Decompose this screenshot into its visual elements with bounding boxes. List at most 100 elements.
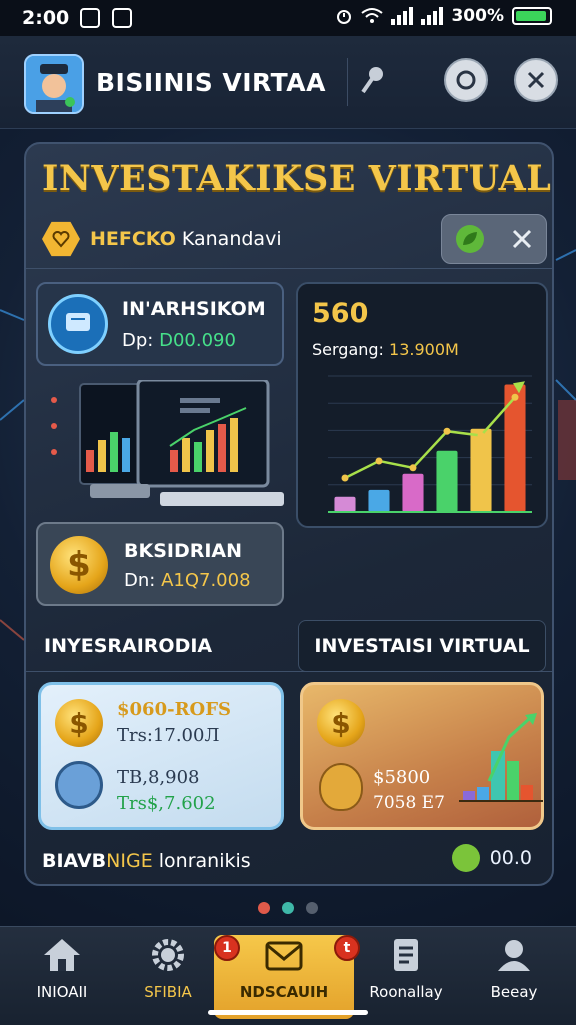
chart-label-value: 13.900M	[389, 340, 459, 359]
battery-text: 300%	[451, 6, 504, 26]
shield-icon	[319, 763, 363, 811]
returns-line-2: 7058 E7	[373, 793, 445, 813]
portfolio-line-1: $060-ROFS	[117, 699, 231, 720]
nav-profile[interactable]: Beeay	[464, 935, 564, 1019]
nav-home-label: INIOAII	[36, 983, 88, 1001]
chart-label-text: Sergang:	[312, 340, 384, 359]
alarm-icon	[337, 10, 352, 24]
growth-chart	[328, 375, 532, 513]
balance-value: D00.090	[159, 330, 236, 351]
chart-point-2	[375, 457, 383, 465]
card-title: INVESTAKIKSE VIRTUAL	[42, 158, 552, 199]
notification-icon	[80, 8, 100, 28]
chart-point-6	[511, 393, 519, 401]
footer-value: 00.0	[489, 847, 532, 869]
nav-settings[interactable]: SFIBIA	[118, 935, 218, 1019]
portfolio-panel[interactable]: $ $060-ROFS Trs:17.00Л TB,8,908 Trs$,7.6…	[38, 682, 284, 830]
nav-documents[interactable]: Roonallay	[356, 935, 456, 1019]
leaf-icon	[456, 225, 484, 253]
status-bar: 2:00 300%	[0, 0, 576, 36]
profit-title: BKSIDRIAN	[124, 540, 243, 562]
investment-card: INVESTAKIKSE VIRTUAL HEFCKO Kanandavi IN…	[24, 142, 554, 886]
computer-illustration	[51, 380, 284, 506]
page-dot-2[interactable]	[282, 902, 294, 914]
footer-bold: BIAVB	[42, 850, 107, 872]
chart-bar-1	[334, 496, 356, 512]
mail-icon	[265, 941, 303, 971]
gear-coin-icon: $	[317, 699, 365, 747]
status-right: 300%	[335, 6, 552, 26]
dollar-coin-icon: $	[50, 536, 108, 594]
chart-label: Sergang: 13.900M	[312, 340, 459, 359]
subtitle-bold: HEFCKO	[90, 228, 176, 250]
tab-investaisi-virtual[interactable]: INVESTAISI VIRTUAL	[298, 620, 546, 672]
wallet-icon	[48, 294, 108, 354]
tab-inyesrairodia[interactable]: INYESRAIRODIA	[36, 620, 294, 672]
returns-panel[interactable]: $ $5800 7058 E7	[300, 682, 544, 830]
home-icon	[44, 939, 80, 971]
footer-accent: NIGE	[106, 850, 153, 872]
card-subtitle: HEFCKO Kanandavi	[90, 228, 282, 250]
card-subtitle-row: HEFCKO Kanandavi	[42, 220, 282, 258]
avatar-face-icon	[26, 56, 82, 112]
portfolio-line-3: TB,8,908	[117, 767, 200, 788]
returns-line-1: $5800	[373, 767, 431, 788]
profit-line: Dn: A1Q7.008	[124, 570, 251, 591]
profit-card[interactable]: $ BKSIDRIAN Dn: A1Q7.008	[36, 522, 284, 606]
avatar[interactable]	[24, 54, 84, 114]
close-button[interactable]	[514, 58, 558, 102]
dismiss-icon[interactable]	[510, 227, 534, 251]
app-title: BISIINIS VIRTAA	[96, 68, 326, 97]
subtitle-rest: Kanandavi	[181, 228, 282, 250]
chart-point-4	[443, 427, 451, 435]
chart-point-5	[477, 432, 485, 439]
chart-bar-2	[368, 489, 390, 512]
balance-line: Dp: D00.090	[122, 330, 236, 351]
nav-settings-label: SFIBIA	[144, 983, 192, 1001]
wifi-icon	[361, 8, 384, 23]
key-button[interactable]	[358, 62, 388, 98]
app-notification-icon	[112, 8, 132, 28]
o-button[interactable]	[444, 58, 488, 102]
document-icon	[394, 939, 418, 971]
chart-bar-5	[470, 428, 492, 512]
balance-card[interactable]: IN'ARHSIKOM Dp: D00.090	[36, 282, 284, 366]
signal-icon-2	[421, 7, 444, 25]
profit-prefix: Dn:	[124, 570, 156, 591]
nav-profile-label: Beeay	[490, 983, 538, 1001]
action-toggle[interactable]	[441, 214, 547, 264]
chart-bar-6	[504, 384, 526, 512]
footer-rest: lonranikis	[158, 850, 251, 872]
mini-bar-chart-icon	[459, 713, 543, 802]
home-indicator[interactable]	[208, 1010, 368, 1015]
heart-badge-icon	[42, 221, 80, 257]
balance-prefix: Dp:	[122, 330, 154, 351]
signal-icon	[391, 7, 414, 25]
chart-point-3	[409, 464, 417, 472]
profit-value: A1Q7.008	[161, 570, 251, 591]
nav-home[interactable]: INIOAII	[12, 935, 112, 1019]
close-icon	[527, 71, 545, 89]
key-icon	[361, 67, 383, 94]
chart-big-value: 560	[312, 298, 369, 329]
card-divider	[26, 268, 552, 269]
nav-documents-label: Roonallay	[369, 983, 443, 1001]
battery-icon	[512, 7, 552, 25]
page-dot-3[interactable]	[306, 902, 318, 914]
chart-bar-4	[436, 450, 458, 512]
page-dot-1[interactable]	[258, 902, 270, 914]
profile-icon	[498, 940, 530, 971]
growth-chart-card[interactable]: 560 Sergang: 13.900M	[296, 282, 548, 528]
tabs-row: INYESRAIRODIA INVESTAISI VIRTUAL	[36, 620, 546, 672]
handshake-icon	[55, 761, 103, 809]
balance-title: IN'ARHSIKOM	[122, 298, 266, 320]
gear-icon	[152, 939, 184, 971]
footer-right[interactable]: 00.0	[451, 844, 532, 872]
page-indicator[interactable]	[258, 902, 318, 914]
o-button-icon	[456, 70, 476, 90]
nav-messages-label: NDSCAUIH	[239, 983, 329, 1001]
chart-bar-3	[402, 473, 424, 512]
leaf-icon	[451, 844, 480, 872]
status-time: 2:00	[22, 7, 70, 29]
dollar-coin-icon: $	[55, 699, 103, 747]
